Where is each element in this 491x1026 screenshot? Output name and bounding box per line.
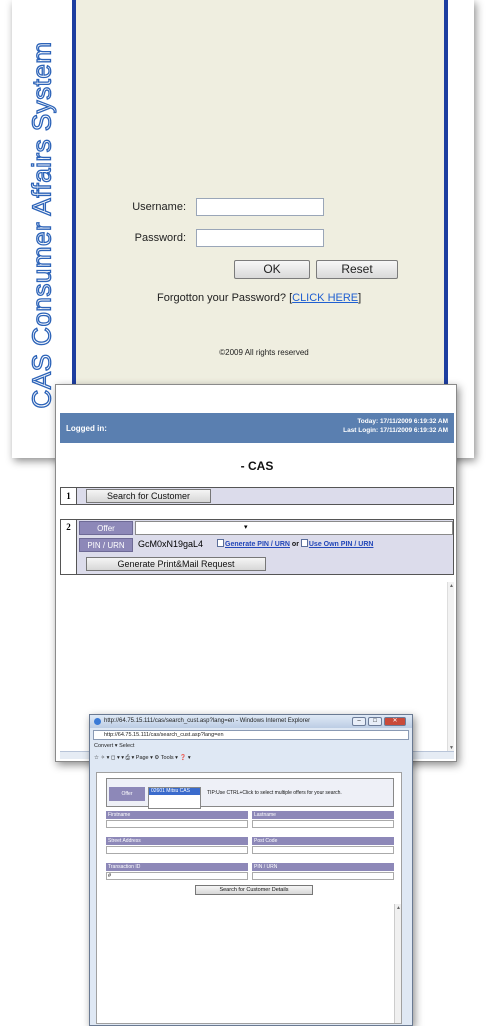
password-label: Password: xyxy=(134,232,186,244)
pin-value: GcM0xN19gaL4 xyxy=(138,539,204,549)
transaction-id-label: Transaction ID xyxy=(106,863,248,871)
firstname-label: Firstname xyxy=(106,811,248,819)
generate-pin-icon xyxy=(217,539,224,547)
use-own-pin-link[interactable]: Use Own PIN / URN xyxy=(309,541,374,548)
forgot-password-line: Forgotton your Password? [CLICK HERE] xyxy=(157,292,361,304)
street-address-field[interactable] xyxy=(106,846,248,854)
pin-row: GcM0xN19gaL4 Generate PIN / URN or Use O… xyxy=(135,538,453,552)
offer-block: Offer 02601 Mitsu CAS Book TIP:Use CTRL+… xyxy=(106,778,394,809)
offer-listbox[interactable]: 02601 Mitsu CAS Book xyxy=(148,787,201,809)
pin-label: PIN / URN xyxy=(79,538,133,552)
or-text: or xyxy=(291,541,299,548)
search-customer-details-button[interactable]: Search for Customer Details xyxy=(195,885,313,895)
username-field[interactable] xyxy=(196,198,324,216)
today-time: Today: 17/11/2009 6:19:32 AM xyxy=(357,418,448,425)
login-form: Username: Password: OK Reset Forgotton y… xyxy=(72,0,448,385)
offer-option-selected[interactable]: 02601 Mitsu CAS Book xyxy=(149,788,200,801)
forgot-close-bracket: ] xyxy=(358,292,362,304)
ok-button[interactable]: OK xyxy=(234,260,310,279)
forgot-password-text: Forgotton your Password? [ xyxy=(157,292,293,304)
close-button[interactable]: ✕ xyxy=(384,717,406,726)
last-login-time: Last Login: 17/11/2009 6:19:32 AM xyxy=(343,427,448,434)
step-1-row: 1 Search for Customer xyxy=(60,487,454,505)
tip-text: TIP:Use CTRL+Click to select multiple of… xyxy=(207,790,342,796)
ie-logo-icon xyxy=(94,718,101,725)
scroll-up-icon[interactable]: ▲ xyxy=(449,583,454,589)
offer-label: Offer xyxy=(109,787,145,801)
click-here-link[interactable]: CLICK HERE xyxy=(292,292,358,304)
copyright-text: ©2009 All rights reserved xyxy=(219,348,309,357)
transaction-id-field[interactable]: # xyxy=(106,872,248,880)
maximize-button[interactable]: □ xyxy=(368,717,382,726)
step-2-row: 2 Offer ▾ PIN / URN GcM0xN19gaL4 Generat… xyxy=(60,519,454,575)
scroll-up-icon[interactable]: ▲ xyxy=(396,905,401,911)
generate-print-mail-button[interactable]: Generate Print&Mail Request xyxy=(86,557,266,571)
command-toolbar[interactable]: ☆ ✧ ▾ ◻ ▾ ▾ ⎙ ▾ Page ▾ ⚙ Tools ▾ ❓ ▾ xyxy=(94,755,191,762)
post-code-field[interactable] xyxy=(252,846,394,854)
address-text: http://64.75.15.111/cas/search_cust.asp?… xyxy=(104,732,224,738)
lastname-field[interactable] xyxy=(252,820,394,828)
cas-main-window: Logged in: Today: 17/11/2009 6:19:32 AM … xyxy=(55,384,457,762)
pin-actions: Generate PIN / URN or Use Own PIN / URN xyxy=(217,539,373,551)
street-address-label: Street Address xyxy=(106,837,248,845)
offer-select[interactable]: ▾ xyxy=(135,521,453,535)
address-bar[interactable]: http://64.75.15.111/cas/search_cust.asp?… xyxy=(93,730,409,740)
popup-content: Offer 02601 Mitsu CAS Book TIP:Use CTRL+… xyxy=(96,772,402,1024)
search-for-customer-button[interactable]: Search for Customer xyxy=(86,489,211,503)
page-title: - CAS xyxy=(240,459,274,473)
window-title: http://64.75.15.111/cas/search_cust.asp?… xyxy=(104,718,311,724)
post-code-label: Post Code xyxy=(252,837,394,845)
convert-toolbar[interactable]: Convert ▾ Select xyxy=(94,743,134,749)
pin-urn-field[interactable] xyxy=(252,872,394,880)
username-label: Username: xyxy=(132,201,186,213)
session-header: Logged in: Today: 17/11/2009 6:19:32 AM … xyxy=(60,413,454,443)
offer-label: Offer xyxy=(79,521,133,535)
lastname-label: Lastname xyxy=(252,811,394,819)
password-field[interactable] xyxy=(196,229,324,247)
reset-button[interactable]: Reset xyxy=(316,260,398,279)
app-logo-text: CAS Consumer Affairs System xyxy=(26,41,57,409)
minimize-button[interactable]: – xyxy=(352,717,366,726)
firstname-field[interactable] xyxy=(106,820,248,828)
use-own-pin-icon xyxy=(300,539,308,547)
popup-scrollbar[interactable]: ▲ xyxy=(394,904,401,1023)
step-2-number: 2 xyxy=(61,520,77,574)
content-scrollbar[interactable]: ▲ ▼ xyxy=(447,582,454,752)
logged-in-label: Logged in: xyxy=(66,424,107,433)
pin-urn-label: PIN / URN xyxy=(252,863,394,871)
session-times: Today: 17/11/2009 6:19:32 AM Last Login:… xyxy=(343,417,448,435)
generate-pin-link[interactable]: Generate PIN / URN xyxy=(225,541,290,548)
search-popup-window: http://64.75.15.111/cas/search_cust.asp?… xyxy=(89,714,413,1026)
chevron-down-icon: ▾ xyxy=(244,524,248,531)
step-1-number: 1 xyxy=(61,488,77,504)
